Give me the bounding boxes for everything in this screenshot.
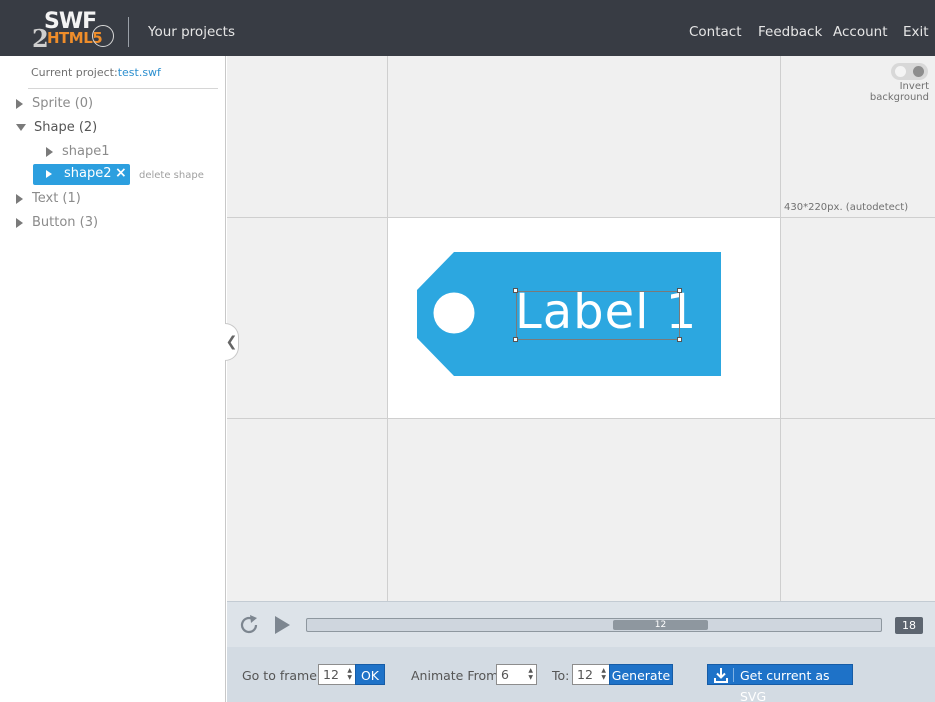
goto-frame-value: 12 bbox=[323, 667, 339, 682]
goto-ok-button[interactable]: OK bbox=[355, 664, 385, 685]
toggle-on-knob bbox=[913, 66, 924, 77]
toggle-off-knob bbox=[895, 66, 906, 77]
animate-to-value: 12 bbox=[577, 667, 593, 682]
close-icon[interactable]: × bbox=[115, 165, 127, 181]
tree-item-shape[interactable]: Shape (2) bbox=[16, 120, 97, 135]
download-icon bbox=[714, 668, 728, 683]
tree-item-shape2-selected[interactable]: shape2 × bbox=[33, 164, 130, 185]
logo-ring bbox=[92, 25, 114, 47]
spinner-arrows-icon[interactable]: ▲ ▼ bbox=[601, 667, 606, 681]
invert-background-label: Invert background bbox=[869, 81, 929, 103]
goto-frame-input[interactable]: 12 ▲ ▼ bbox=[318, 664, 356, 685]
tree-item-shape1[interactable]: shape1 bbox=[46, 144, 110, 159]
get-svg-label: Get current as SVG bbox=[740, 668, 830, 702]
top-bar: 2 SWF HTML5 Your projects Contact Feedba… bbox=[0, 0, 935, 56]
resize-handle[interactable] bbox=[513, 288, 518, 293]
delete-shape-link[interactable]: delete shape bbox=[139, 170, 204, 181]
spinner-arrows-icon[interactable]: ▲ ▼ bbox=[528, 667, 533, 681]
expand-icon[interactable] bbox=[46, 170, 52, 178]
invert-background-toggle[interactable] bbox=[891, 63, 928, 80]
get-svg-button[interactable]: Get current as SVG bbox=[707, 664, 853, 702]
animate-from-label: Animate From: bbox=[411, 668, 503, 683]
animate-from-value: 6 bbox=[501, 667, 509, 682]
guide-line bbox=[387, 56, 388, 601]
text-selection-box[interactable] bbox=[516, 291, 680, 340]
nav-account[interactable]: Account bbox=[833, 24, 888, 40]
tree-item-label: Button (3) bbox=[32, 215, 99, 230]
sidebar: Current project:test.swf Sprite (0) Shap… bbox=[0, 56, 226, 702]
current-project-label: Current project: bbox=[31, 66, 118, 79]
generate-button[interactable]: Generate bbox=[609, 664, 673, 685]
canvas-size-label: 430*220px. (autodetect) bbox=[784, 202, 909, 213]
animate-to-label: To: bbox=[552, 668, 570, 683]
nav-exit[interactable]: Exit bbox=[903, 24, 929, 40]
button-separator bbox=[733, 668, 734, 682]
expand-icon[interactable] bbox=[46, 146, 53, 157]
expand-icon[interactable] bbox=[16, 98, 23, 109]
tree-item-button[interactable]: Button (3) bbox=[16, 215, 98, 230]
resize-handle[interactable] bbox=[513, 337, 518, 342]
tree-item-label: Shape (2) bbox=[34, 120, 98, 135]
timeline: 12 18 bbox=[227, 601, 935, 647]
goto-frame-label: Go to frame: bbox=[242, 668, 322, 683]
expand-icon[interactable] bbox=[16, 217, 23, 228]
tree-item-label: Text (1) bbox=[32, 191, 81, 206]
nav-contact[interactable]: Contact bbox=[689, 24, 742, 40]
timeline-track[interactable]: 12 bbox=[306, 618, 882, 632]
total-frames-badge: 18 bbox=[895, 617, 923, 634]
animate-to-input[interactable]: 12 ▲ ▼ bbox=[572, 664, 610, 685]
guide-line bbox=[227, 418, 935, 419]
current-project: Current project:test.swf bbox=[31, 66, 161, 79]
resize-handle[interactable] bbox=[677, 337, 682, 342]
replay-icon[interactable] bbox=[237, 613, 261, 637]
guide-line bbox=[227, 217, 935, 218]
tree-item-label: shape1 bbox=[62, 144, 110, 159]
play-icon[interactable] bbox=[275, 616, 290, 634]
stage[interactable]: 430*220px. (autodetect) Invert backgroun… bbox=[227, 56, 935, 601]
resize-handle[interactable] bbox=[677, 288, 682, 293]
current-project-name[interactable]: test.swf bbox=[118, 66, 161, 79]
guide-line bbox=[780, 56, 781, 601]
header-divider bbox=[128, 17, 129, 47]
tree-item-sprite[interactable]: Sprite (0) bbox=[16, 96, 93, 111]
timeline-scrubber[interactable]: 12 bbox=[613, 620, 708, 630]
tree-item-label: Sprite (0) bbox=[32, 96, 94, 111]
nav-feedback[interactable]: Feedback bbox=[758, 24, 822, 40]
animate-from-input[interactable]: 6 ▲ ▼ bbox=[496, 664, 537, 685]
spinner-arrows-icon[interactable]: ▲ ▼ bbox=[347, 667, 352, 681]
frame-controls: Go to frame: 12 ▲ ▼ OK Animate From: 6 ▲ ▼… bbox=[227, 647, 935, 702]
tree-item-text[interactable]: Text (1) bbox=[16, 191, 81, 206]
collapse-icon[interactable] bbox=[16, 124, 26, 131]
tree-item-label: shape2 bbox=[64, 166, 112, 181]
tag-hole bbox=[433, 292, 475, 334]
sidebar-divider bbox=[28, 88, 218, 89]
expand-icon[interactable] bbox=[16, 193, 23, 204]
swf2html5-logo[interactable]: 2 SWF HTML5 bbox=[30, 8, 116, 53]
nav-your-projects[interactable]: Your projects bbox=[148, 24, 235, 40]
